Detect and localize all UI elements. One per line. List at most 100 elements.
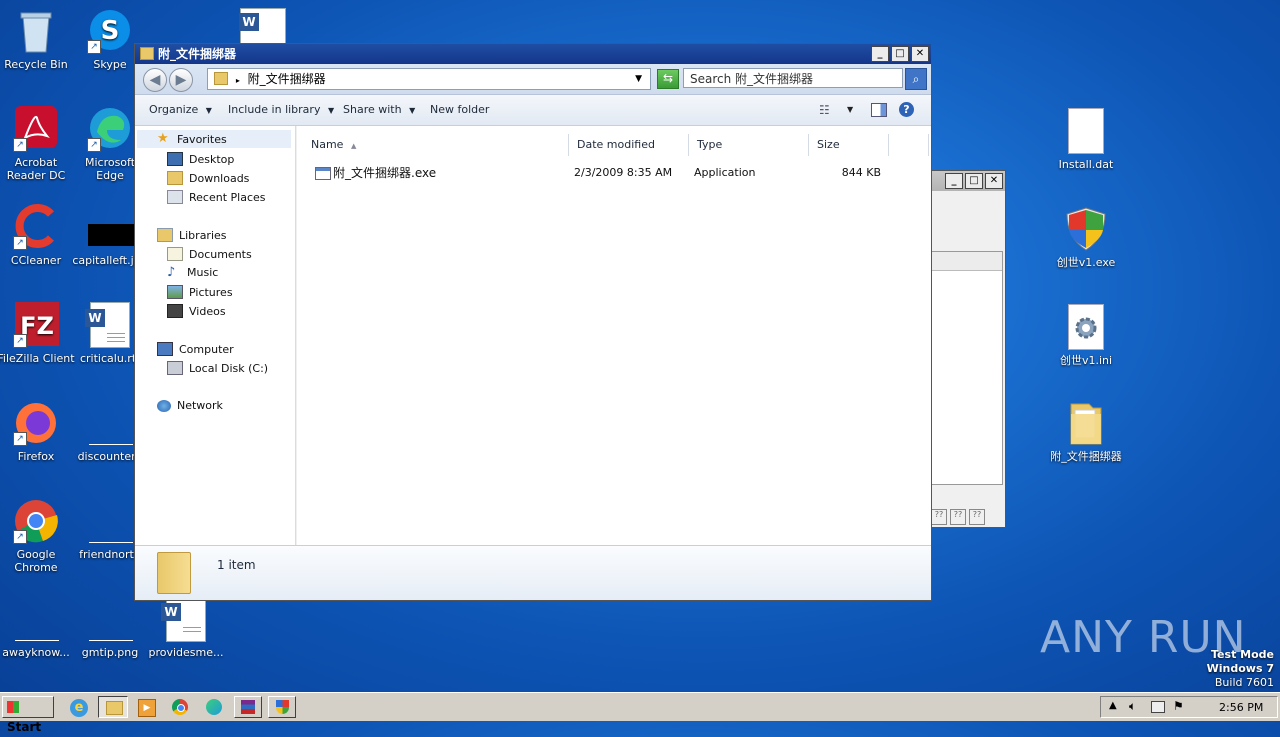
- file-size: 844 KB: [841, 166, 881, 179]
- chrome-taskbar-icon[interactable]: [172, 699, 188, 715]
- help-icon[interactable]: ?: [899, 102, 914, 117]
- clock[interactable]: 2:56 PM: [1219, 701, 1263, 714]
- details-pane: 1 item: [135, 545, 931, 600]
- desktop-icon-acrobat[interactable]: ↗ Acrobat Reader DC: [0, 106, 76, 182]
- column-header-size[interactable]: Size: [809, 134, 889, 156]
- explorer-titlebar[interactable]: 附_文件捆绑器 _ □ ✕: [135, 44, 931, 64]
- nav-recent-places[interactable]: Recent Places: [167, 190, 266, 204]
- nav-computer[interactable]: Computer: [157, 342, 234, 356]
- maximize-button[interactable]: □: [891, 46, 909, 62]
- address-bar[interactable]: ▸ 附_文件捆绑器 ▼: [207, 68, 651, 90]
- navigation-pane: ★ Favorites Desktop Downloads Recent Plac…: [135, 126, 296, 545]
- desktop-icon-recycle-bin[interactable]: Recycle Bin: [0, 8, 76, 71]
- include-in-library-button[interactable]: Include in library ▼: [228, 103, 334, 116]
- word-doc-icon: W: [239, 8, 286, 46]
- shield-icon: [276, 700, 289, 714]
- word-doc-icon: W: [161, 596, 206, 642]
- media-player-icon[interactable]: ▶: [138, 699, 156, 717]
- search-icon[interactable]: ⌕: [905, 68, 927, 90]
- desktop-icon-awayknow[interactable]: awayknow...: [0, 596, 76, 659]
- blank-file-icon: [87, 400, 133, 446]
- background-window[interactable]: _ □ ✕ ?? ?? ??: [930, 170, 1006, 528]
- shield-app-button[interactable]: [268, 696, 296, 718]
- desktop-icon-install-dat[interactable]: Install.dat: [1046, 108, 1126, 171]
- minimize-icon[interactable]: _: [945, 173, 963, 189]
- breadcrumb-chevron-icon: ▸: [235, 76, 240, 85]
- folder-icon: [214, 72, 228, 85]
- desktop-icon-filezilla[interactable]: FZ ↗ FileZilla Client: [0, 302, 76, 365]
- desktop-icon-firefox[interactable]: ↗ Firefox: [0, 400, 76, 463]
- column-header-type[interactable]: Type: [689, 134, 809, 156]
- refresh-button[interactable]: ⇆: [657, 69, 679, 89]
- action-center-icon[interactable]: ⚑: [1173, 699, 1184, 713]
- new-folder-button[interactable]: New folder: [430, 103, 489, 116]
- chrome-icon: ↗: [13, 498, 59, 544]
- organize-button[interactable]: Organize ▼: [149, 103, 212, 116]
- chevron-down-icon: ▼: [409, 106, 416, 115]
- share-with-button[interactable]: Share with ▼: [343, 103, 415, 116]
- search-input[interactable]: Search 附_文件捆绑器: [683, 68, 903, 88]
- address-dropdown-icon[interactable]: ▼: [635, 69, 642, 89]
- nav-favorites[interactable]: ★ Favorites: [137, 130, 291, 148]
- preview-pane-icon[interactable]: [871, 103, 887, 117]
- column-header-date[interactable]: Date modified: [569, 134, 689, 156]
- command-bar: Organize ▼ Include in library ▼ Share wi…: [135, 95, 931, 126]
- blank-file-icon: [87, 596, 133, 642]
- nav-videos[interactable]: Videos: [167, 304, 226, 318]
- table-row[interactable]: 附_文件捆绑器.exe 2/3/2009 8:35 AM Application…: [311, 164, 911, 182]
- shield-exe-icon: [1063, 206, 1109, 252]
- taskbar-explorer-button[interactable]: [98, 696, 128, 718]
- navigation-bar: ◀ ▶ ▸ 附_文件捆绑器 ▼ ⇆ Search 附_文件捆绑器 ⌕: [135, 64, 931, 95]
- test-mode-text: Test Mode Windows 7 Build 7601: [1206, 648, 1274, 689]
- column-header-name[interactable]: Name ▲: [303, 134, 569, 156]
- nav-local-disk[interactable]: Local Disk (C:): [167, 361, 268, 375]
- chevron-down-icon[interactable]: ▼: [847, 105, 853, 114]
- nav-desktop[interactable]: Desktop: [167, 152, 234, 166]
- winrar-button[interactable]: [234, 696, 262, 718]
- ie-icon[interactable]: e: [70, 699, 88, 717]
- nav-libraries[interactable]: Libraries: [157, 228, 227, 242]
- desktop-icon-ccleaner[interactable]: ↗ CCleaner: [0, 204, 76, 267]
- svg-text:S: S: [101, 16, 120, 46]
- folder-icon: [140, 47, 154, 60]
- pictures-icon: [167, 285, 183, 299]
- nav-music[interactable]: ♪ Music: [167, 264, 218, 280]
- start-button[interactable]: Start: [2, 696, 54, 734]
- desktop-icon-chuangshi-exe[interactable]: 创世v1.exe: [1046, 206, 1126, 269]
- folder-icon: [106, 701, 123, 715]
- star-icon: ★: [157, 131, 169, 146]
- nav-network[interactable]: Network: [157, 399, 223, 412]
- view-options-icon[interactable]: ☷: [819, 103, 830, 117]
- explorer-window[interactable]: 附_文件捆绑器 _ □ ✕ ◀ ▶ ▸ 附_文件捆绑器 ▼ ⇆ Search 附…: [134, 43, 932, 601]
- close-icon[interactable]: ✕: [985, 173, 1003, 189]
- system-tray: ▲ 🔈︎ ⚑ 2:56 PM: [1100, 696, 1278, 718]
- chevron-down-icon: ▼: [327, 106, 335, 115]
- edge-taskbar-icon[interactable]: [206, 699, 222, 715]
- music-icon: ♪: [167, 264, 176, 280]
- nav-pictures[interactable]: Pictures: [167, 285, 233, 299]
- skype-icon: S ↗: [87, 8, 133, 54]
- documents-icon: [167, 247, 183, 261]
- forward-button[interactable]: ▶: [169, 68, 193, 92]
- item-count: 1 item: [217, 558, 256, 572]
- back-button[interactable]: ◀: [143, 68, 167, 92]
- libraries-icon: [157, 228, 173, 242]
- desktop-icon-providesme[interactable]: W providesme...: [146, 596, 226, 659]
- ini-file-icon: [1068, 304, 1104, 350]
- close-button[interactable]: ✕: [911, 46, 929, 62]
- desktop-icon-chrome[interactable]: ↗ Google Chrome: [0, 498, 76, 574]
- volume-icon[interactable]: 🔈︎: [1129, 699, 1136, 714]
- folder-icon: [157, 552, 191, 594]
- network-tray-icon[interactable]: [1151, 701, 1165, 713]
- tray-expand-icon[interactable]: ▲: [1109, 700, 1117, 711]
- nav-documents[interactable]: Documents: [167, 247, 252, 261]
- desktop-icon-chuangshi-ini[interactable]: 创世v1.ini: [1046, 304, 1126, 367]
- desktop-icon-folder[interactable]: 附_文件捆绑器: [1046, 400, 1126, 463]
- minimize-button[interactable]: _: [871, 46, 889, 62]
- desktop-icon-gmtip[interactable]: gmtip.png: [70, 596, 150, 659]
- file-type: Application: [694, 166, 756, 179]
- nav-downloads[interactable]: Downloads: [167, 171, 249, 185]
- maximize-icon[interactable]: □: [965, 173, 983, 189]
- background-window-titlebar[interactable]: _ □ ✕: [931, 171, 1005, 191]
- sort-up-icon: ▲: [350, 142, 357, 150]
